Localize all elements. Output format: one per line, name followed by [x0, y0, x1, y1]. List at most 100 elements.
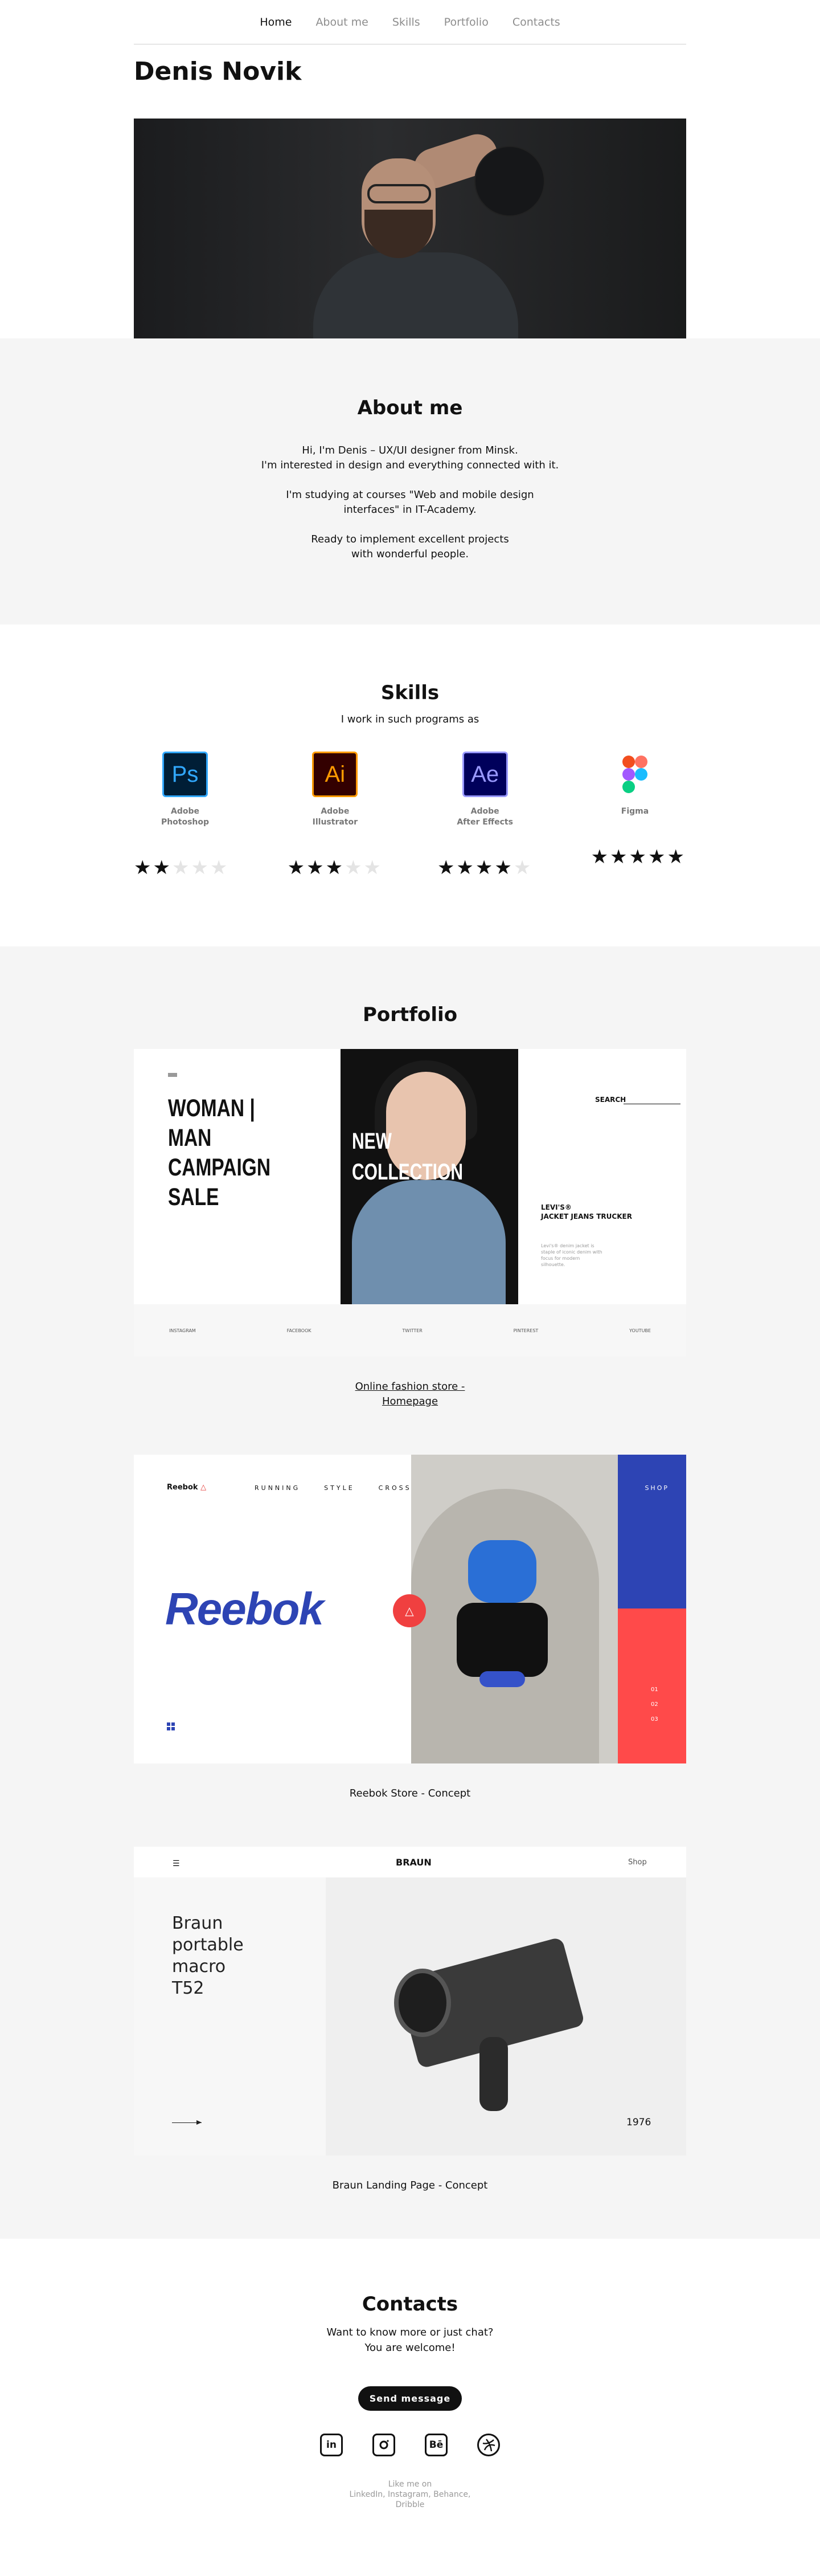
reebok-store-preview[interactable]: Reebok △ RUNNING STYLE CROSSFIT Reebok △…: [134, 1455, 686, 1763]
social-links: in Bē: [0, 2434, 820, 2456]
model-photo: NEW COLLECTION: [341, 1049, 518, 1311]
skill-label-line: Figma: [621, 807, 649, 816]
like-me-text: Like me on LinkedIn, Instagram, Behance,…: [0, 2479, 820, 2510]
athlete-photo: [411, 1455, 618, 1763]
portfolio-section: Portfolio WOMAN | MAN CAMPAIGN SALE NEW …: [0, 946, 820, 2239]
like-line: Dribble: [395, 2500, 425, 2509]
contacts-line: You are welcome!: [364, 2342, 456, 2354]
about-paragraph-1: Hi, I'm Denis – UX/UI designer from Mins…: [0, 443, 820, 473]
about-paragraph-3: Ready to implement excellent projects wit…: [0, 532, 820, 562]
dribbble-icon[interactable]: [477, 2434, 500, 2456]
collection-heading: NEW COLLECTION: [352, 1126, 463, 1187]
illustrator-icon: Ai: [312, 752, 358, 797]
star-filled-icon: ★: [306, 856, 326, 879]
star-empty-icon: ★: [345, 856, 364, 879]
reebok-nav-item: RUNNING: [255, 1484, 301, 1492]
reebok-nav: RUNNING STYLE CROSSFIT: [255, 1484, 428, 1492]
skill-label-line: After Effects: [457, 818, 513, 827]
linkedin-icon[interactable]: in: [320, 2434, 343, 2456]
caption-line: Online fashion store -: [355, 1381, 465, 1393]
athlete-shirt: [468, 1540, 536, 1603]
product-line: JACKET JEANS TRUCKER: [541, 1213, 632, 1220]
send-message-button[interactable]: Send message: [358, 2386, 462, 2411]
braun-shop-link: Shop: [628, 1858, 647, 1867]
skill-photoshop: Ps Adobe Photoshop ★★★★★: [134, 752, 236, 879]
reebok-wordmark: Reebok: [165, 1583, 324, 1634]
hero-photo: [134, 119, 686, 338]
product-line: LEVI'S®: [541, 1203, 572, 1211]
instagram-icon[interactable]: [372, 2434, 395, 2456]
star-filled-icon: ★: [456, 856, 475, 879]
braun-logo: BRAUN: [396, 1857, 432, 1868]
shop-label: SHOP: [645, 1484, 669, 1492]
star-filled-icon: ★: [629, 846, 649, 868]
fashion-store-preview[interactable]: WOMAN | MAN CAMPAIGN SALE NEW COLLECTION…: [134, 1049, 686, 1357]
braun-caption-link[interactable]: Braun Landing Page - Concept: [134, 2178, 686, 2193]
nav-skills[interactable]: Skills: [392, 16, 420, 28]
nav-contacts[interactable]: Contacts: [512, 16, 560, 28]
grid-icon: [167, 1722, 175, 1730]
about-line: Hi, I'm Denis – UX/UI designer from Mins…: [302, 444, 518, 456]
skills-list: Ps Adobe Photoshop ★★★★★ Ai Adobe Illustra…: [134, 752, 686, 879]
heading-line: SALE: [168, 1183, 219, 1211]
star-filled-icon: ★: [153, 856, 172, 879]
about-line: with wonderful people.: [351, 548, 469, 560]
about-line: interfaces" in IT-Academy.: [343, 504, 477, 516]
page-title: Denis Novik: [134, 57, 302, 86]
reebok-caption-link[interactable]: Reebok Store - Concept: [134, 1786, 686, 1801]
reebok-delta-button-icon: △: [393, 1594, 426, 1627]
heading-line: MAN: [168, 1124, 212, 1152]
footer-link: YOUTUBE: [629, 1328, 651, 1333]
hero-beard: [364, 210, 433, 258]
header: Home About me Skills Portfolio Contacts …: [134, 0, 686, 338]
heading-line: COLLECTION: [352, 1160, 463, 1185]
braun-year: 1976: [626, 2117, 651, 2128]
footer-link: PINTEREST: [513, 1328, 539, 1333]
star-filled-icon: ★: [667, 846, 686, 868]
skill-label-line: Illustrator: [312, 818, 358, 827]
heading-line: NEW: [352, 1129, 392, 1154]
dribbble-glyph-icon: [482, 2439, 495, 2452]
heading-line: CAMPAIGN: [168, 1154, 271, 1181]
star-filled-icon: ★: [494, 856, 514, 879]
skill-figma: Figma ★★★★★: [584, 752, 686, 879]
nav-home[interactable]: Home: [260, 16, 292, 28]
reebok-delta-icon: △: [200, 1483, 207, 1492]
hero-glasses: [367, 184, 431, 203]
hero-body: [313, 252, 518, 338]
footer-link: INSTAGRAM: [169, 1328, 196, 1333]
skill-after-effects: Ae Adobe After Effects ★★★★★: [434, 752, 536, 879]
figma-logo-icon: [622, 756, 647, 793]
search-label: SEARCH: [595, 1096, 626, 1104]
camera-photo: 1976: [326, 1877, 686, 2155]
contacts-title: Contacts: [362, 2293, 458, 2316]
about-line: I'm studying at courses "Web and mobile …: [286, 489, 534, 501]
star-empty-icon: ★: [191, 856, 210, 879]
braun-landing-preview[interactable]: ☰ BRAUN Shop Braun portable macro T52 19…: [134, 1847, 686, 2155]
reebok-logo-text: Reebok: [167, 1483, 198, 1492]
skills-section: Skills I work in such programs as Ps Ado…: [0, 624, 820, 946]
rating-stars: ★★★★★: [288, 856, 383, 879]
caption-line: Homepage: [382, 1395, 438, 1407]
camera-lens: [394, 1969, 451, 2037]
camera-grip: [479, 2037, 508, 2111]
after-effects-icon: Ae: [462, 752, 508, 797]
skill-label-line: Adobe: [170, 807, 199, 816]
star-filled-icon: ★: [610, 846, 629, 868]
athlete-shoes: [479, 1671, 525, 1687]
like-line: LinkedIn, Instagram, Behance,: [349, 2490, 471, 2499]
nav-about[interactable]: About me: [315, 16, 368, 28]
footer-link: TWITTER: [402, 1328, 423, 1333]
title-line: portable: [172, 1935, 244, 1955]
star-filled-icon: ★: [134, 856, 153, 879]
contacts-section: Contacts Want to know more or just chat?…: [0, 2239, 820, 2569]
star-filled-icon: ★: [287, 856, 307, 879]
fashion-caption-link[interactable]: Online fashion store - Homepage: [134, 1379, 686, 1409]
contacts-line: Want to know more or just chat?: [326, 2326, 494, 2338]
about-title: About me: [357, 397, 463, 419]
skill-label-line: Adobe: [470, 807, 499, 816]
behance-icon[interactable]: Bē: [425, 2434, 448, 2456]
hero-cap: [475, 147, 544, 215]
nav-portfolio[interactable]: Portfolio: [444, 16, 489, 28]
reebok-logo: Reebok △: [167, 1483, 206, 1492]
